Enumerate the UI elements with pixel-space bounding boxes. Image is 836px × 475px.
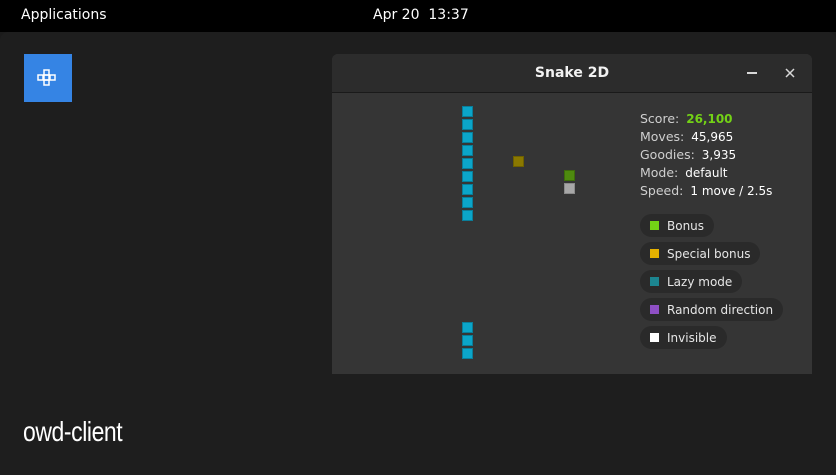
legend-label: Special bonus bbox=[667, 246, 751, 261]
goodies-value: 3,935 bbox=[701, 148, 737, 162]
moves-value: 45,965 bbox=[691, 130, 734, 144]
snake-segment bbox=[462, 132, 473, 143]
goodies-row: Goodies: 3,935 bbox=[640, 146, 772, 164]
moves-label: Moves: bbox=[640, 129, 685, 144]
score-label: Score: bbox=[640, 111, 680, 126]
desktop-client-label: owd-client bbox=[23, 416, 123, 447]
snake-segment bbox=[462, 210, 473, 221]
legend-label: Random direction bbox=[667, 302, 774, 317]
legend-label: Lazy mode bbox=[667, 274, 733, 289]
snake-grid-icon bbox=[37, 69, 56, 86]
clock[interactable]: Apr 20 13:37 bbox=[373, 7, 469, 23]
snake-segment bbox=[462, 158, 473, 169]
goodies-label: Goodies: bbox=[640, 147, 695, 162]
applications-menu[interactable]: Applications bbox=[21, 7, 107, 23]
window-title: Snake 2D bbox=[534, 65, 610, 81]
invisible-cell bbox=[564, 183, 575, 194]
snake-segment bbox=[462, 145, 473, 156]
mode-label: Mode: bbox=[640, 165, 679, 180]
legend-label: Bonus bbox=[667, 218, 705, 233]
snake-segment bbox=[462, 197, 473, 208]
invisible-swatch-icon bbox=[650, 333, 659, 342]
bonus-cell bbox=[564, 170, 575, 181]
legend-chip-special-bonus: Special bonus bbox=[640, 242, 761, 265]
goodie-cell bbox=[513, 156, 524, 167]
speed-label: Speed: bbox=[640, 183, 684, 198]
snake-segment bbox=[462, 184, 473, 195]
top-bar: Applications Apr 20 13:37 bbox=[0, 0, 836, 32]
legend-chip-random-direction: Random direction bbox=[640, 298, 784, 321]
moves-row: Moves: 45,965 bbox=[640, 128, 772, 146]
speed-row: Speed: 1 move / 2.5s bbox=[640, 182, 772, 200]
snake-segment bbox=[462, 171, 473, 182]
window-titlebar[interactable]: Snake 2D bbox=[332, 54, 812, 93]
legend-chip-lazy-mode: Lazy mode bbox=[640, 270, 743, 293]
legend-chip-invisible: Invisible bbox=[640, 326, 727, 349]
legend-chip-bonus: Bonus bbox=[640, 214, 715, 237]
snake-segment bbox=[462, 119, 473, 130]
stats-panel: Score: 26,100 Moves: 45,965 Goodies: 3,9… bbox=[640, 110, 772, 200]
bonus-swatch-icon bbox=[650, 221, 659, 230]
snake-segment bbox=[462, 348, 473, 359]
mode-row: Mode: default bbox=[640, 164, 772, 182]
close-icon[interactable] bbox=[782, 65, 798, 81]
score-value: 26,100 bbox=[686, 112, 733, 126]
desktop-app-tile[interactable] bbox=[24, 54, 72, 102]
random-direction-swatch-icon bbox=[650, 305, 659, 314]
minimize-icon[interactable] bbox=[744, 65, 760, 81]
speed-value: 1 move / 2.5s bbox=[690, 184, 773, 198]
game-board[interactable] bbox=[332, 93, 622, 374]
snake-segment bbox=[462, 322, 473, 333]
legend-label: Invisible bbox=[667, 330, 717, 345]
legend: Bonus Special bonus Lazy mode Random dir… bbox=[640, 214, 784, 354]
snake-segment bbox=[462, 335, 473, 346]
snake-window[interactable]: Snake 2D Score: 26,100 Moves: 45,965 Goo… bbox=[332, 54, 812, 374]
special-bonus-swatch-icon bbox=[650, 249, 659, 258]
score-row: Score: 26,100 bbox=[640, 110, 772, 128]
snake-segment bbox=[462, 106, 473, 117]
mode-value: default bbox=[685, 166, 728, 180]
lazy-mode-swatch-icon bbox=[650, 277, 659, 286]
